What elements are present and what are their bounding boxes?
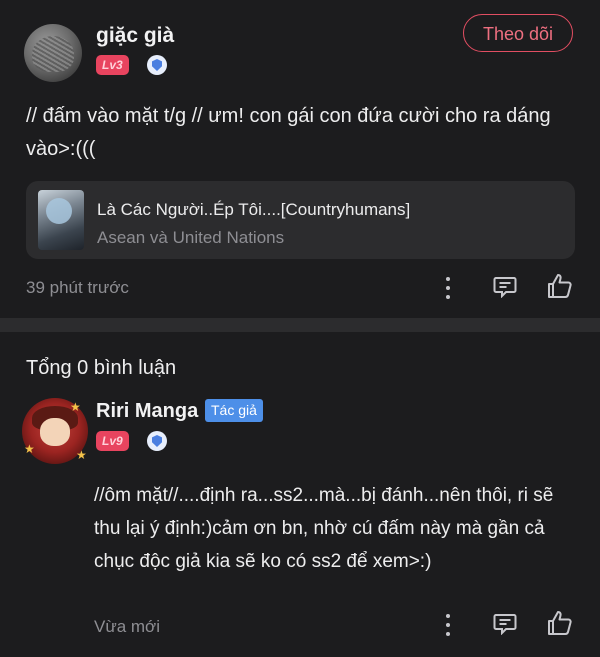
verified-shield-icon (147, 431, 167, 451)
comments-count-heading: Tổng 0 bình luận (26, 357, 177, 379)
post-text: // đấm vào mặt t/g // ưm! con gái con đứ… (26, 105, 551, 160)
section-divider (0, 318, 600, 332)
story-cover-image (38, 190, 84, 250)
story-card[interactable]: Là Các Người..Ép Tôi....[Countryhumans] … (26, 181, 575, 259)
like-icon[interactable] (547, 610, 573, 636)
comment-time: Vừa mới (94, 617, 160, 636)
like-icon[interactable] (547, 273, 573, 299)
post-time: 39 phút trước (26, 278, 129, 297)
verified-shield-icon (147, 55, 167, 75)
level-badge: Lv3 (96, 55, 129, 75)
level-badge: Lv9 (96, 431, 129, 451)
follow-button[interactable]: Theo dõi (463, 14, 573, 52)
post-author-name[interactable]: giặc già (96, 24, 174, 48)
comment-text: //ôm mặt//....định ra...ss2...mà...bị đá… (94, 485, 554, 572)
comment-author-name[interactable]: Riri Manga (96, 400, 198, 423)
star-decoration-icon: ★ (24, 442, 35, 456)
author-tag: Tác giả (205, 399, 263, 422)
more-icon[interactable] (445, 275, 451, 301)
star-decoration-icon: ★ (70, 400, 81, 414)
post: giặc già Lv3 Theo dõi // đấm vào mặt t/g… (0, 0, 600, 318)
story-subtitle: Asean và United Nations (97, 228, 285, 247)
comment-icon[interactable] (493, 276, 517, 298)
star-decoration-icon: ★ (76, 448, 87, 462)
more-icon[interactable] (445, 612, 451, 638)
story-title: Là Các Người..Ép Tôi....[Countryhumans] (97, 200, 411, 219)
post-author-avatar[interactable] (24, 24, 82, 82)
comment-icon[interactable] (493, 613, 517, 635)
